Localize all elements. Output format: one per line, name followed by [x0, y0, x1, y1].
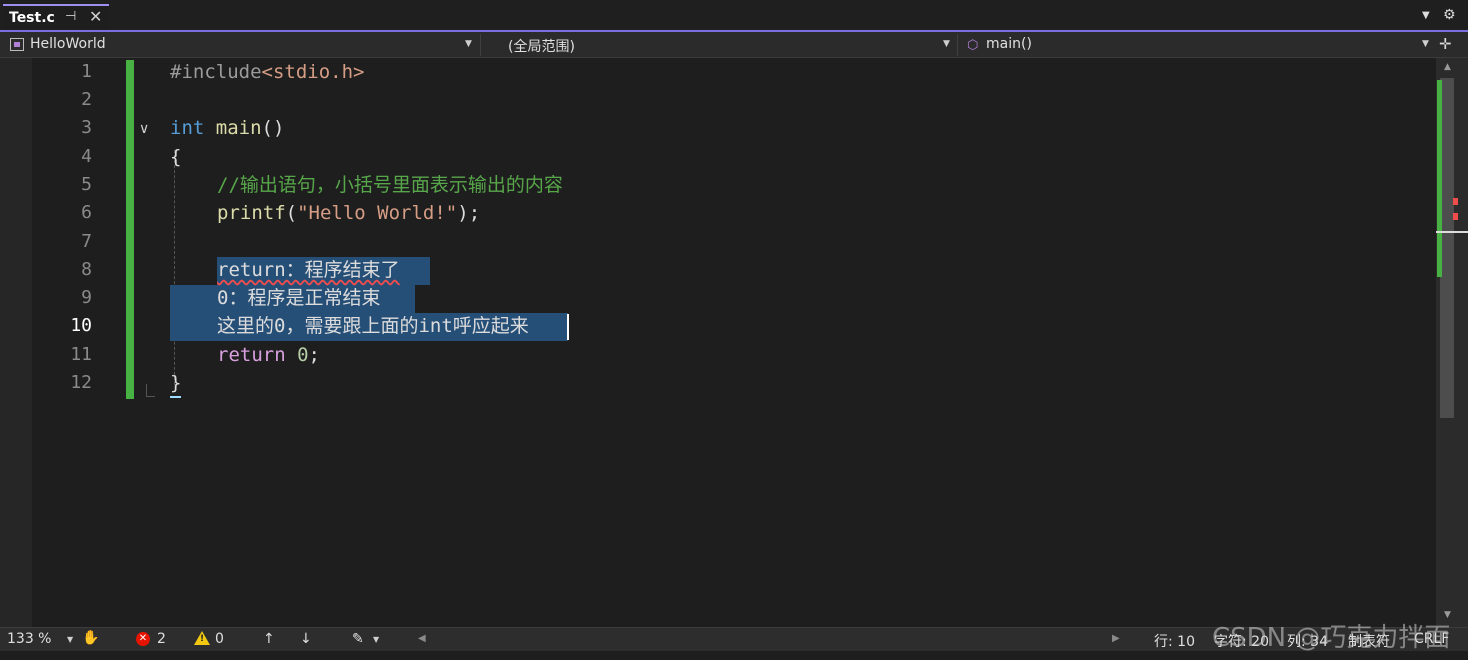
code-comment: //输出语句，小括号里面表示输出的内容 [217, 174, 563, 196]
line-number-current: 10 [70, 315, 92, 336]
code-line-10: 这里的0，需要跟上面的int呼应起来 [217, 315, 529, 337]
number-literal: 0 [297, 344, 309, 366]
line-number: 8 [81, 259, 92, 280]
line-number: 7 [81, 231, 92, 252]
gear-icon[interactable]: ⚙ [1443, 7, 1456, 23]
change-tracking-bar [126, 60, 134, 399]
scroll-left-icon[interactable]: ◀ [418, 633, 426, 644]
keyword-return: return [217, 344, 286, 366]
caret-position-marker [1436, 231, 1468, 233]
warning-count[interactable]: 0 [215, 631, 224, 647]
scroll-right-icon[interactable]: ▶ [1112, 633, 1120, 644]
semicolon: ; [308, 344, 320, 366]
code-line-1: #include<stdio.h> [170, 58, 364, 86]
vertical-scrollbar[interactable]: ▲ ▼ [1436, 58, 1468, 627]
error-icon[interactable]: ✕ [136, 632, 150, 646]
close-icon[interactable]: ✕ [89, 7, 102, 26]
scope-dropdown[interactable]: (全局范围) ▼ [483, 34, 958, 56]
cleanup-brush-icon[interactable]: ✎ [352, 631, 364, 647]
chevron-down-icon: ▼ [1422, 39, 1429, 49]
function-call: printf [217, 202, 286, 224]
watermark: CSDN @巧克力拌面 [1212, 623, 1451, 653]
scrollbar-thumb[interactable] [1440, 78, 1454, 418]
fold-chevron-down-icon[interactable]: ∨ [139, 121, 149, 137]
project-name: HelloWorld [30, 36, 106, 52]
code-line-3: int main() [170, 114, 284, 142]
project-icon [10, 38, 24, 51]
include-path: <stdio.h> [261, 61, 365, 83]
error-marker [1453, 213, 1458, 220]
code-line-4: { [170, 146, 182, 168]
tab-test-c[interactable]: Test.c ⊣ ✕ [3, 4, 109, 30]
method-cube-icon: ⬡ [967, 38, 979, 53]
scope-name: (全局范围) [508, 39, 575, 55]
string-literal: "Hello World!" [297, 202, 458, 224]
preprocessor-directive: #include [170, 61, 262, 83]
chevron-down-icon: ▼ [465, 39, 472, 49]
line-number: 4 [81, 146, 92, 167]
code-line-8-error: return：程序结束了 [217, 259, 400, 281]
chevron-down-icon: ▼ [943, 39, 950, 49]
change-marker [1437, 80, 1442, 277]
member-name: main() [986, 36, 1032, 52]
indent-guide [174, 150, 175, 385]
code-line-6: printf("Hello World!"); [217, 199, 480, 227]
text-caret [567, 314, 569, 340]
chevron-down-icon[interactable]: ▼ [373, 635, 379, 644]
code-line-9: 0：程序是正常结束 [217, 287, 381, 309]
line-number: 3 [81, 117, 92, 138]
function-name: main [215, 117, 262, 139]
navigation-bar: HelloWorld ▼ (全局范围) ▼ ⬡ main() ▼ ✛ [0, 32, 1468, 58]
line-indicator[interactable]: 行: 10 [1154, 631, 1195, 651]
project-dropdown[interactable]: HelloWorld ▼ [0, 34, 481, 56]
fold-region-end [146, 384, 155, 397]
code-editor[interactable]: 1 2 3 4 5 6 7 8 9 10 11 12 ∨ #include<st… [0, 58, 1436, 627]
tab-title[interactable]: Test.c [9, 10, 55, 26]
line-number: 11 [70, 344, 92, 365]
open-paren: ( [285, 202, 298, 224]
document-tab-strip: Test.c ⊣ ✕ ▼ ⚙ [0, 0, 1468, 30]
intellicode-icon[interactable]: ✋ [82, 630, 99, 646]
line-number: 6 [81, 202, 92, 223]
warning-icon[interactable]: ! [194, 631, 210, 645]
parens: () [261, 117, 285, 139]
close-paren: ); [457, 202, 481, 224]
line-number: 12 [70, 372, 92, 393]
tab-list-dropdown-icon[interactable]: ▼ [1422, 10, 1430, 21]
brace-match-underline [170, 396, 181, 398]
zoom-dropdown-icon[interactable]: ▼ [67, 635, 73, 644]
code-line-12: } [170, 372, 182, 394]
split-window-icon[interactable]: ✛ [1439, 35, 1452, 53]
line-number: 2 [81, 89, 92, 110]
line-number: 1 [81, 61, 92, 82]
arrow-up-icon[interactable]: ↑ [263, 631, 275, 647]
arrow-down-icon[interactable]: ↓ [300, 631, 312, 647]
line-number: 5 [81, 174, 92, 195]
pin-icon[interactable]: ⊣ [65, 9, 76, 24]
error-count[interactable]: 2 [157, 631, 166, 647]
code-line-11: return 0; [217, 341, 320, 369]
member-dropdown[interactable]: ⬡ main() ▼ [960, 34, 1436, 56]
keyword: int [170, 117, 205, 139]
line-number: 9 [81, 287, 92, 308]
zoom-level[interactable]: 133 % [7, 631, 51, 647]
scroll-up-icon[interactable]: ▲ [1444, 62, 1451, 72]
error-marker [1453, 198, 1458, 205]
